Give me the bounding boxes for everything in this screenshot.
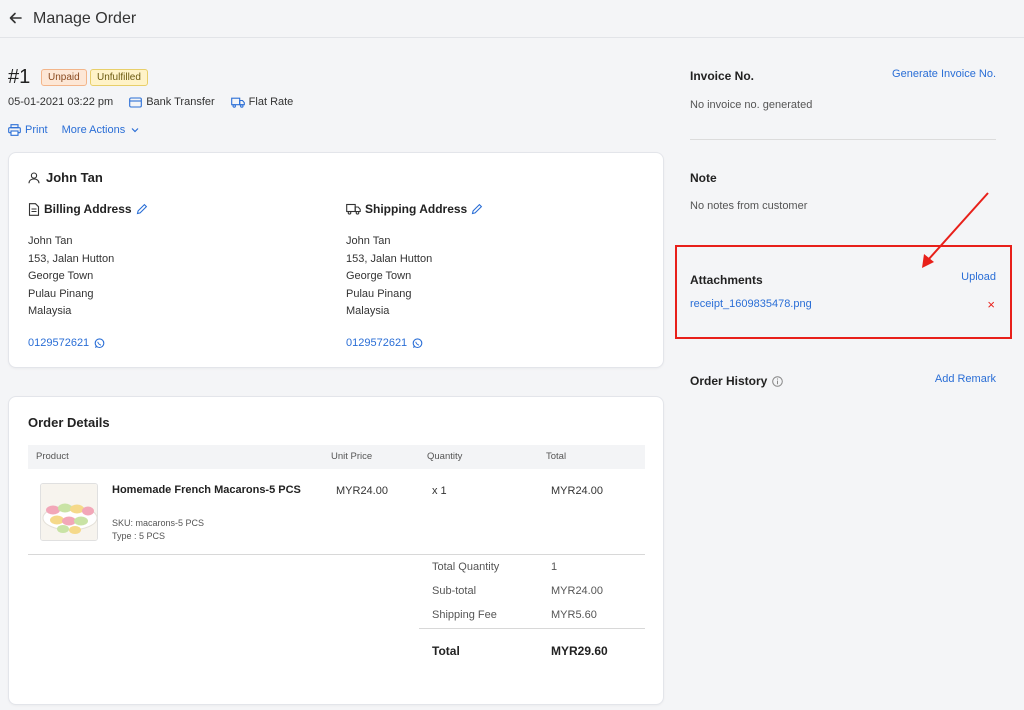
divider bbox=[28, 554, 645, 555]
total-quantity-label: Total Quantity bbox=[432, 561, 500, 573]
product-name: Homemade French Macarons-5 PCS bbox=[112, 484, 301, 496]
shipping-address-title: Shipping Address bbox=[365, 202, 468, 216]
document-icon bbox=[28, 202, 40, 216]
total-quantity-value: 1 bbox=[551, 561, 558, 573]
column-product: Product bbox=[36, 451, 69, 462]
order-history-header: Order History bbox=[690, 374, 784, 388]
back-arrow-icon[interactable] bbox=[8, 10, 24, 26]
order-datetime: 05-01-2021 03:22 pm bbox=[8, 96, 114, 108]
billing-phone: 0129572621 bbox=[28, 337, 90, 349]
product-sku-text: SKU: macarons-5 PCS bbox=[112, 518, 205, 528]
user-icon bbox=[28, 171, 40, 183]
shipping-phone-link[interactable]: 0129572621 bbox=[346, 337, 423, 349]
note-text: No notes from customer bbox=[690, 200, 808, 212]
product-type-text: Type : 5 PCS bbox=[112, 531, 166, 541]
more-actions-label: More Actions bbox=[61, 124, 126, 136]
grand-total-label: Total bbox=[432, 644, 460, 658]
address-line: Malaysia bbox=[28, 305, 72, 317]
billing-address-header: Billing Address bbox=[28, 202, 148, 216]
subtotal-label: Sub-total bbox=[432, 585, 477, 597]
item-unit-price: MYR24.00 bbox=[336, 485, 388, 497]
table-header: Product Unit Price Quantity Total bbox=[28, 445, 645, 469]
customer-card: John Tan Billing Address John Tan 153, J… bbox=[8, 152, 664, 368]
page-title: Manage Order bbox=[33, 10, 137, 27]
address-line: George Town bbox=[28, 270, 94, 282]
generate-invoice-link[interactable]: Generate Invoice No. bbox=[892, 68, 996, 80]
print-button[interactable]: Print bbox=[8, 124, 48, 136]
address-line: 153, Jalan Hutton bbox=[346, 252, 433, 265]
more-actions-dropdown[interactable]: More Actions bbox=[62, 124, 141, 136]
annotation-arrow-icon bbox=[922, 192, 989, 268]
top-bar: Manage Order bbox=[0, 0, 1024, 38]
print-label: Print bbox=[25, 124, 48, 136]
order-number: #1 bbox=[8, 66, 31, 88]
divider bbox=[690, 139, 996, 140]
grand-total-value: MYR29.60 bbox=[551, 644, 608, 658]
column-unit-price: Unit Price bbox=[331, 451, 373, 462]
macaron-image bbox=[41, 484, 97, 540]
order-actions: Print More Actions bbox=[8, 124, 154, 136]
invoice-title: Invoice No. bbox=[690, 69, 755, 83]
address-line: George Town bbox=[346, 270, 412, 282]
add-remark-link[interactable]: Add Remark bbox=[935, 373, 996, 385]
order-details-title: Order Details bbox=[28, 415, 110, 430]
address-line: Malaysia bbox=[346, 305, 390, 317]
whatsapp-icon bbox=[412, 337, 423, 348]
customer-name-row: John Tan bbox=[28, 170, 103, 185]
order-history-title: Order History bbox=[690, 374, 768, 388]
divider bbox=[419, 628, 645, 629]
product-thumbnail bbox=[40, 483, 98, 541]
shipping-method: Flat Rate bbox=[248, 96, 294, 108]
product-sku: SKU: macarons-5 PCS Type : 5 PCS bbox=[112, 517, 204, 543]
shipping-phone: 0129572621 bbox=[346, 337, 408, 349]
payment-status-badge: Unpaid bbox=[41, 69, 87, 86]
billing-phone-link[interactable]: 0129572621 bbox=[28, 337, 105, 349]
address-line: Pulau Pinang bbox=[28, 287, 94, 300]
shipping-fee-label: Shipping Fee bbox=[432, 609, 497, 621]
info-icon[interactable] bbox=[772, 375, 784, 387]
invoice-status-text: No invoice no. generated bbox=[690, 99, 813, 111]
column-quantity: Quantity bbox=[427, 451, 463, 462]
truck-icon bbox=[230, 97, 245, 108]
item-quantity: x 1 bbox=[432, 485, 447, 497]
credit-card-icon bbox=[129, 96, 143, 108]
address-line: John Tan bbox=[346, 235, 391, 247]
billing-address-title: Billing Address bbox=[44, 202, 132, 216]
note-title: Note bbox=[690, 171, 717, 185]
order-details-card: Order Details Product Unit Price Quantit… bbox=[8, 396, 664, 705]
fulfillment-status-badge: Unfulfilled bbox=[90, 69, 148, 86]
chevron-down-icon bbox=[131, 128, 139, 133]
address-line: 153, Jalan Hutton bbox=[28, 252, 115, 265]
column-total: Total bbox=[546, 451, 567, 462]
address-line: Pulau Pinang bbox=[346, 287, 412, 300]
whatsapp-icon bbox=[94, 337, 105, 348]
edit-pencil-icon[interactable] bbox=[136, 203, 148, 215]
billing-address-lines: John Tan 153, Jalan Hutton George Town P… bbox=[28, 233, 114, 321]
subtotal-value: MYR24.00 bbox=[551, 585, 603, 597]
edit-pencil-icon[interactable] bbox=[471, 203, 483, 215]
shipping-fee-value: MYR5.60 bbox=[551, 609, 597, 621]
item-total: MYR24.00 bbox=[551, 485, 603, 497]
printer-icon bbox=[8, 124, 21, 136]
truck-icon bbox=[346, 203, 361, 215]
shipping-address-header: Shipping Address bbox=[346, 202, 483, 216]
shipping-address-lines: John Tan 153, Jalan Hutton George Town P… bbox=[346, 233, 432, 321]
order-meta: 05-01-2021 03:22 pm Bank Transfer Flat R… bbox=[8, 96, 293, 108]
address-line: John Tan bbox=[28, 235, 73, 247]
customer-name: John Tan bbox=[46, 170, 103, 185]
payment-method: Bank Transfer bbox=[146, 96, 215, 108]
